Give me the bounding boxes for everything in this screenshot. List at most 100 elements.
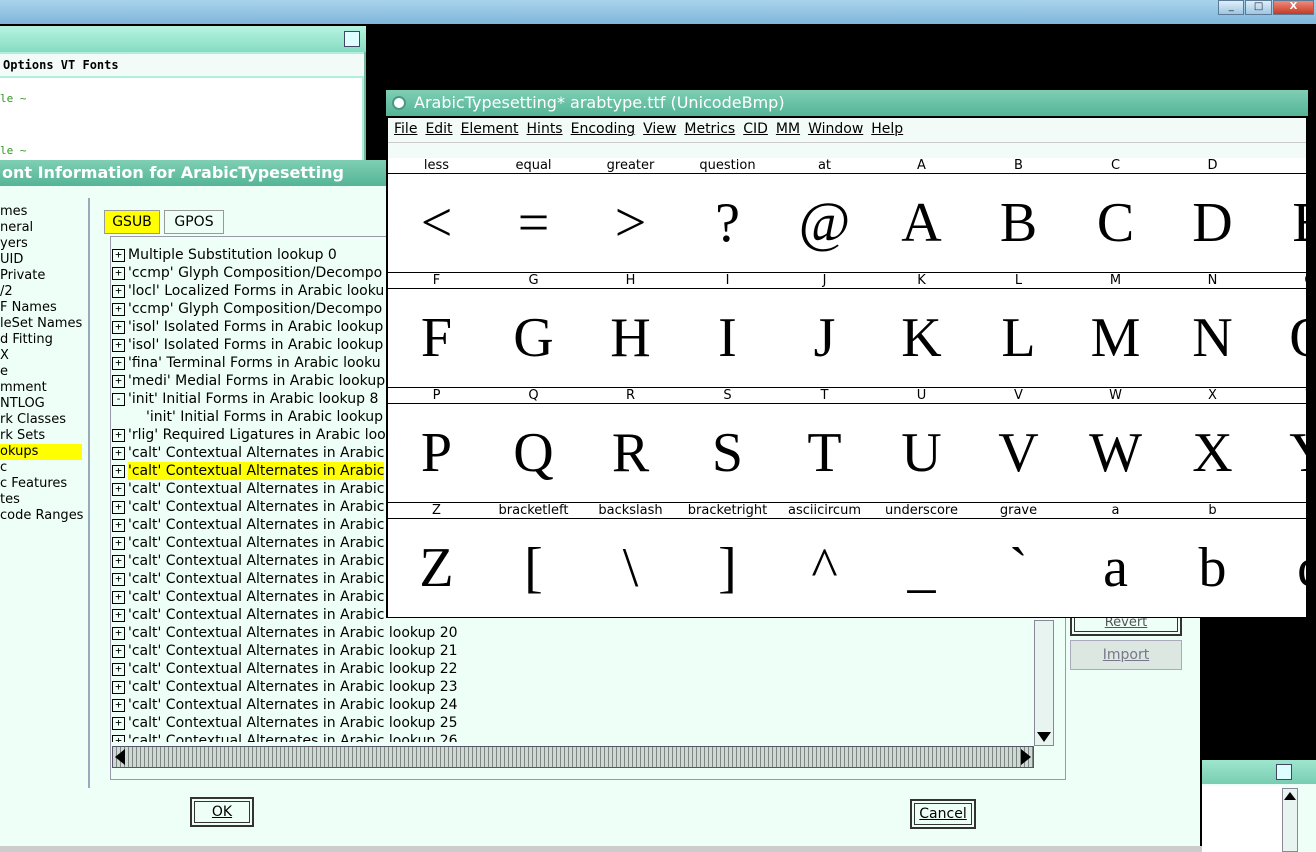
- expand-icon[interactable]: +: [112, 338, 125, 352]
- glyph-cell[interactable]: NN: [1164, 273, 1262, 388]
- glyph-cell[interactable]: II: [679, 273, 777, 388]
- glyph-cell[interactable]: bracketleft [: [485, 503, 583, 618]
- glyph-cell[interactable]: asciicircum ^: [776, 503, 874, 618]
- glyph-cell[interactable]: greater >: [582, 158, 680, 273]
- section-item[interactable]: mes: [0, 204, 88, 220]
- glyph-cell[interactable]: MM: [1067, 273, 1165, 388]
- terminal-body[interactable]: le ~ le ~: [0, 78, 362, 160]
- expand-icon[interactable]: +: [112, 356, 125, 370]
- menu-help[interactable]: Help: [871, 121, 903, 142]
- expand-icon[interactable]: +: [112, 716, 125, 730]
- glyph-cell[interactable]: equal =: [485, 158, 583, 273]
- terminal-titlebar[interactable]: [0, 26, 366, 52]
- section-item[interactable]: UID: [0, 252, 88, 268]
- glyph-cell[interactable]: bracketright]: [679, 503, 777, 618]
- scroll-up-icon[interactable]: [1284, 791, 1296, 801]
- scroll-right-icon[interactable]: [1021, 749, 1031, 765]
- menu-metrics[interactable]: Metrics: [684, 121, 735, 142]
- glyph-cell[interactable]: YY: [1261, 388, 1306, 503]
- expand-icon[interactable]: +: [112, 320, 125, 334]
- glyph-cell[interactable]: VV: [970, 388, 1068, 503]
- expand-icon[interactable]: +: [112, 428, 125, 442]
- expand-icon[interactable]: +: [112, 554, 125, 568]
- glyph-cell[interactable]: XX: [1164, 388, 1262, 503]
- lookup-item[interactable]: +'calt' Contextual Alternates in Arabic …: [112, 678, 1042, 696]
- expand-icon[interactable]: +: [112, 284, 125, 298]
- glyph-cell[interactable]: OO: [1261, 273, 1306, 388]
- menu-encoding[interactable]: Encoding: [571, 121, 636, 142]
- glyph-cell[interactable]: ZZ: [388, 503, 486, 618]
- glyph-cell[interactable]: UU: [873, 388, 971, 503]
- expand-icon[interactable]: +: [112, 536, 125, 550]
- terminal-menu[interactable]: Options VT Fonts: [0, 54, 364, 76]
- expand-icon[interactable]: +: [112, 572, 125, 586]
- lookup-item[interactable]: +'calt' Contextual Alternates in Arabic …: [112, 714, 1042, 732]
- section-item[interactable]: rk Classes: [0, 412, 88, 428]
- lookup-item[interactable]: +'calt' Contextual Alternates in Arabic …: [112, 696, 1042, 714]
- glyph-cell[interactable]: question?: [679, 158, 777, 273]
- section-item[interactable]: Private: [0, 268, 88, 284]
- section-item[interactable]: d Fitting: [0, 332, 88, 348]
- glyph-cell[interactable]: GG: [485, 273, 583, 388]
- glyph-cell[interactable]: TT: [776, 388, 874, 503]
- font-view-titlebar[interactable]: ArabicTypesetting* arabtype.ttf (Unicode…: [386, 90, 1308, 116]
- import-button[interactable]: Import: [1070, 640, 1182, 670]
- section-item[interactable]: F Names: [0, 300, 88, 316]
- lookup-item[interactable]: +'calt' Contextual Alternates in Arabic …: [112, 624, 1042, 642]
- expand-icon[interactable]: +: [112, 482, 125, 496]
- expand-icon[interactable]: +: [112, 518, 125, 532]
- collapse-icon[interactable]: -: [112, 392, 125, 406]
- maximize-icon[interactable]: [1276, 764, 1292, 780]
- expand-icon[interactable]: +: [112, 734, 125, 742]
- lookup-vertical-scrollbar[interactable]: [1034, 620, 1054, 746]
- expand-icon[interactable]: +: [112, 662, 125, 676]
- section-item[interactable]: okups: [0, 444, 82, 460]
- menu-element[interactable]: Element: [461, 121, 519, 142]
- ok-button[interactable]: OK: [190, 797, 254, 827]
- glyph-cell[interactable]: WW: [1067, 388, 1165, 503]
- glyph-cell[interactable]: underscore _: [873, 503, 971, 618]
- section-item[interactable]: X: [0, 348, 88, 364]
- glyph-cell[interactable]: BB: [970, 158, 1068, 273]
- glyph-cell[interactable]: aa: [1067, 503, 1165, 618]
- expand-icon[interactable]: +: [112, 644, 125, 658]
- glyph-cell[interactable]: at @: [776, 158, 874, 273]
- expand-icon[interactable]: +: [112, 590, 125, 604]
- tab-gsub[interactable]: GSUB: [104, 210, 160, 234]
- scroll-left-icon[interactable]: [115, 749, 125, 765]
- lookup-item[interactable]: +'calt' Contextual Alternates in Arabic …: [112, 642, 1042, 660]
- expand-icon[interactable]: +: [112, 464, 125, 478]
- glyph-cell[interactable]: EE: [1261, 158, 1306, 273]
- section-item[interactable]: leSet Names: [0, 316, 88, 332]
- background-window-scrollbar[interactable]: [1282, 788, 1298, 852]
- glyph-cell[interactable]: FF: [388, 273, 486, 388]
- section-item[interactable]: tes: [0, 492, 88, 508]
- glyph-cell[interactable]: PP: [388, 388, 486, 503]
- window-menu-icon[interactable]: [392, 96, 406, 110]
- close-icon[interactable]: X: [1272, 0, 1314, 15]
- expand-icon[interactable]: +: [112, 374, 125, 388]
- section-item[interactable]: c Features: [0, 476, 88, 492]
- section-item[interactable]: e: [0, 364, 88, 380]
- expand-icon[interactable]: +: [112, 446, 125, 460]
- menu-file[interactable]: File: [394, 121, 417, 142]
- maximize-icon[interactable]: [344, 31, 360, 47]
- glyph-cell[interactable]: AA: [873, 158, 971, 273]
- lookup-horizontal-scrollbar[interactable]: [112, 746, 1034, 768]
- menu-window[interactable]: Window: [808, 121, 863, 142]
- glyph-cell[interactable]: CC: [1067, 158, 1165, 273]
- glyph-cell[interactable]: SS: [679, 388, 777, 503]
- glyph-cell[interactable]: LL: [970, 273, 1068, 388]
- expand-icon[interactable]: +: [112, 302, 125, 316]
- lookup-item[interactable]: +'calt' Contextual Alternates in Arabic …: [112, 660, 1042, 678]
- glyph-cell[interactable]: less <: [388, 158, 486, 273]
- expand-icon[interactable]: +: [112, 608, 125, 622]
- glyph-cell[interactable]: JJ: [776, 273, 874, 388]
- expand-icon[interactable]: +: [112, 680, 125, 694]
- lookup-item[interactable]: +'calt' Contextual Alternates in Arabic …: [112, 732, 1042, 742]
- glyph-cell[interactable]: bb: [1164, 503, 1262, 618]
- expand-icon[interactable]: +: [112, 266, 125, 280]
- menu-hints[interactable]: Hints: [527, 121, 563, 142]
- glyph-cell[interactable]: RR: [582, 388, 680, 503]
- menu-view[interactable]: View: [643, 121, 676, 142]
